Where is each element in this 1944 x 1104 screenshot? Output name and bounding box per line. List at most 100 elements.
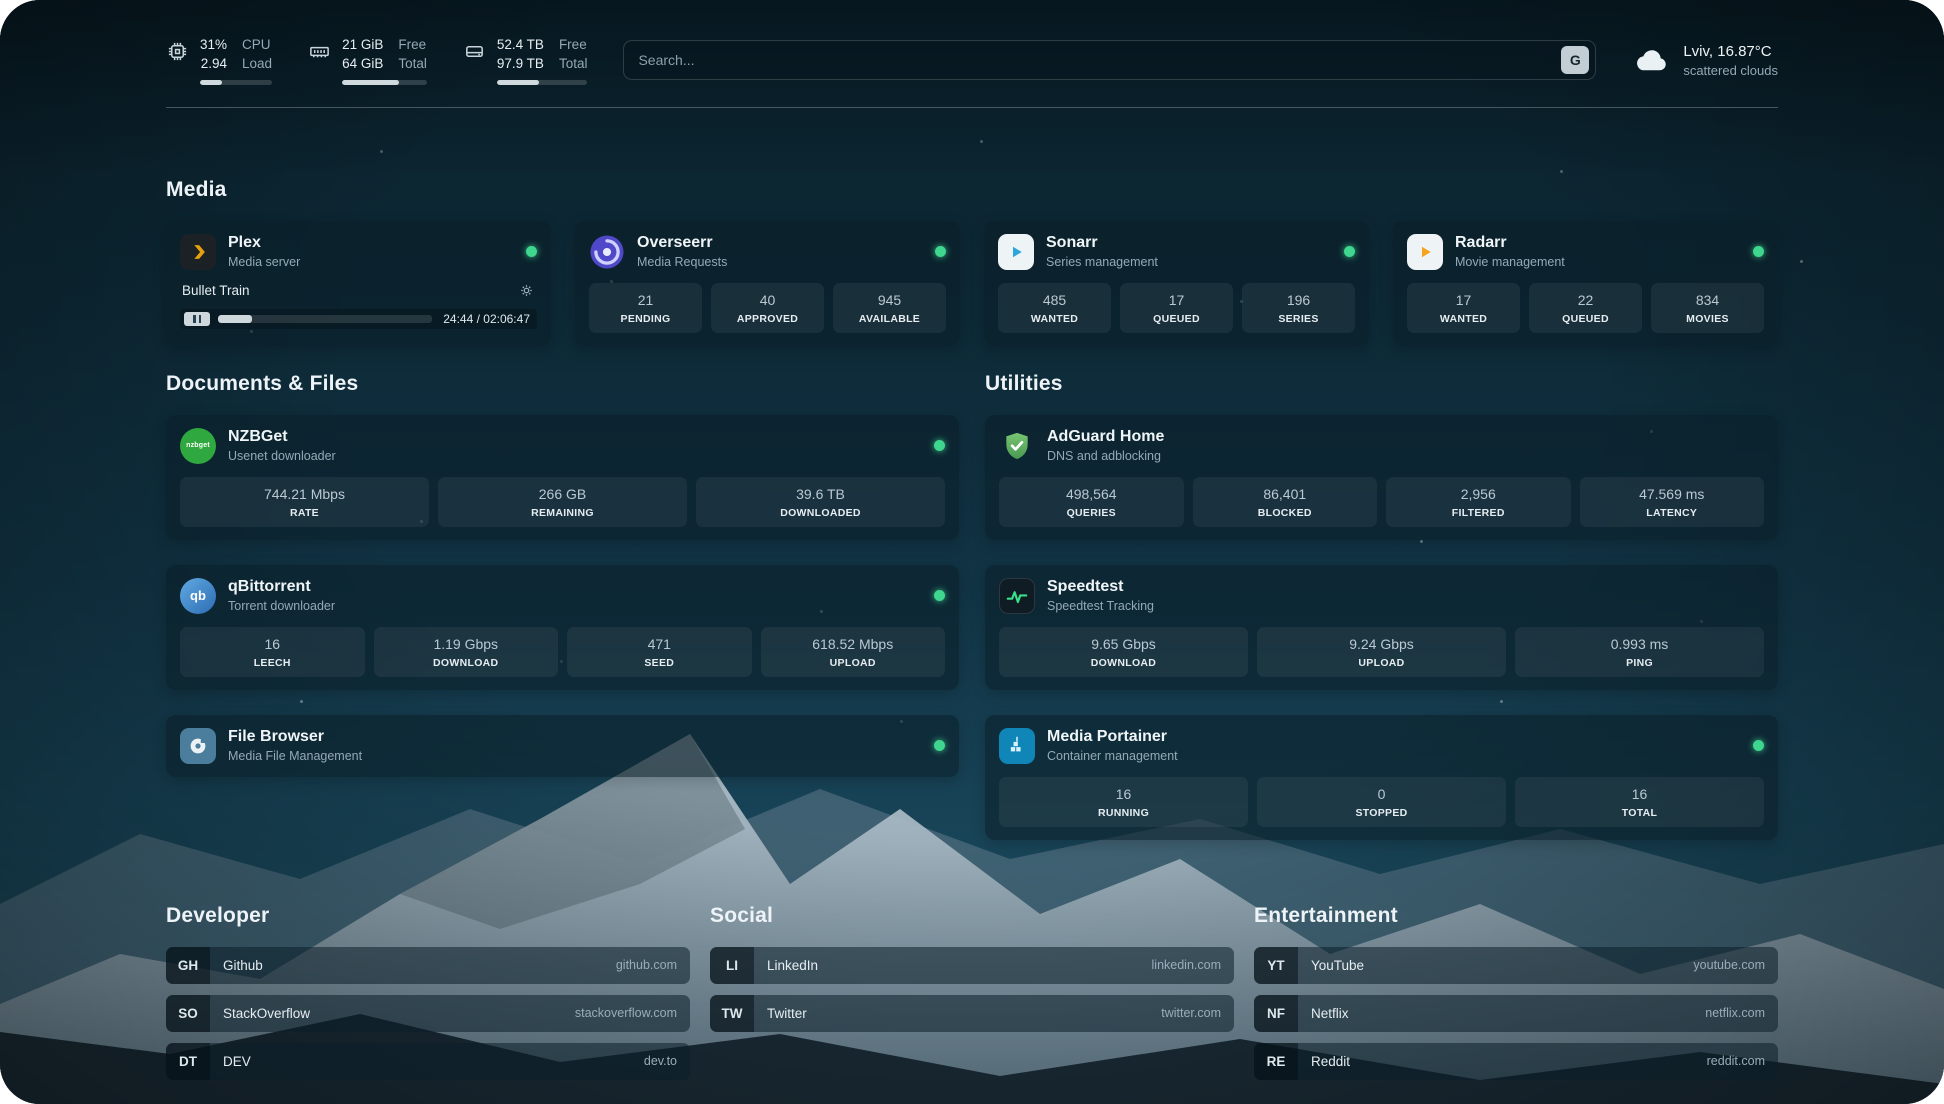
cpu-label: CPU xyxy=(242,36,272,55)
bookmark-netflix[interactable]: NF Netflix netflix.com xyxy=(1254,995,1778,1032)
stat-label: QUERIES xyxy=(1003,507,1180,519)
nzbget-icon-text: nzbget xyxy=(186,442,210,449)
bookmark-url: netflix.com xyxy=(1705,1006,1765,1020)
status-dot xyxy=(526,246,537,257)
service-card-sonarr[interactable]: Sonarr Series management 485 WANTED 17 Q… xyxy=(984,221,1369,346)
stat-label: FILTERED xyxy=(1390,507,1567,519)
service-card-plex[interactable]: Plex Media server Bullet Train xyxy=(166,221,551,346)
service-description: Movie management xyxy=(1455,255,1565,269)
dashboard-content: 31% 2.94 CPU Load xyxy=(0,0,1944,1104)
bookmark-url: linkedin.com xyxy=(1152,958,1221,972)
stat-label: UPLOAD xyxy=(1261,657,1502,669)
card-header: Speedtest Speedtest Tracking xyxy=(999,578,1764,614)
bookmark-abbr: YT xyxy=(1254,947,1298,984)
bookmark-abbr: DT xyxy=(166,1043,210,1080)
stat-value: 196 xyxy=(1246,292,1351,308)
weather-condition: scattered clouds xyxy=(1683,63,1778,78)
stat-value: 21 xyxy=(593,292,698,308)
stat-label: PENDING xyxy=(593,313,698,325)
bookmark-group-social: Social LI LinkedIn linkedin.com TW Twitt… xyxy=(710,904,1234,1080)
service-description: Torrent downloader xyxy=(228,599,335,613)
qbittorrent-icon: qb xyxy=(180,578,216,614)
stat-value: 16 xyxy=(1003,786,1244,802)
playback-progress-track[interactable] xyxy=(218,315,432,323)
bookmark-url: github.com xyxy=(616,958,677,972)
stat-value: 266 GB xyxy=(442,486,683,502)
weather-widget: Lviv, 16.87°C scattered clouds xyxy=(1632,41,1778,79)
card-header: Media Portainer Container management xyxy=(999,728,1764,764)
disk-free-label: Free xyxy=(559,36,588,55)
service-name: Radarr xyxy=(1455,234,1565,252)
stat-label: DOWNLOAD xyxy=(1003,657,1244,669)
bookmark-stackoverflow[interactable]: SO StackOverflow stackoverflow.com xyxy=(166,995,690,1032)
stat-value: 485 xyxy=(1002,292,1107,308)
service-card-qbittorrent[interactable]: qb qBittorrent Torrent downloader 16 xyxy=(166,565,959,690)
topbar-divider xyxy=(166,107,1778,108)
service-card-overseerr[interactable]: Overseerr Media Requests 21 PENDING 40 A… xyxy=(575,221,960,346)
bookmark-reddit[interactable]: RE Reddit reddit.com xyxy=(1254,1043,1778,1080)
service-description: DNS and adblocking xyxy=(1047,449,1164,463)
bookmark-name: Reddit xyxy=(1311,1054,1350,1069)
service-description: Media File Management xyxy=(228,749,362,763)
status-dot xyxy=(1753,246,1764,257)
stat-label: UPLOAD xyxy=(765,657,942,669)
bookmark-github[interactable]: GH Github github.com xyxy=(166,947,690,984)
service-card-adguard[interactable]: AdGuard Home DNS and adblocking 498,564 … xyxy=(985,415,1778,540)
playback-time: 24:44 / 02:06:47 xyxy=(440,312,533,326)
cpu-bar xyxy=(200,80,272,85)
service-card-filebrowser[interactable]: File Browser Media File Management xyxy=(166,715,959,777)
service-card-portainer[interactable]: Media Portainer Container management 16 … xyxy=(985,715,1778,840)
bookmark-abbr: TW xyxy=(710,995,754,1032)
stat-label: STOPPED xyxy=(1261,807,1502,819)
stat-value: 2,956 xyxy=(1390,486,1567,502)
section-title-media: Media xyxy=(166,178,1778,202)
settings-gear-icon[interactable] xyxy=(518,282,535,299)
stat-value: 9.65 Gbps xyxy=(1003,636,1244,652)
service-name: Speedtest xyxy=(1047,578,1154,596)
memory-widget: 21 GiB 64 GiB Free Total xyxy=(308,36,427,85)
sonarr-icon xyxy=(998,234,1034,270)
memory-free: 21 GiB xyxy=(342,36,383,55)
dashboard-screen: 31% 2.94 CPU Load xyxy=(0,0,1944,1104)
stat-value: 16 xyxy=(1519,786,1760,802)
status-dot xyxy=(934,440,945,451)
service-name: Plex xyxy=(228,234,300,252)
card-header: Overseerr Media Requests xyxy=(589,234,946,270)
section-title-developer: Developer xyxy=(166,904,690,928)
service-description: Media Requests xyxy=(637,255,727,269)
pause-button[interactable] xyxy=(184,312,210,326)
stat-remaining: 266 GB REMAINING xyxy=(438,477,687,527)
bookmark-linkedin[interactable]: LI LinkedIn linkedin.com xyxy=(710,947,1234,984)
bookmark-url: reddit.com xyxy=(1707,1054,1765,1068)
bookmark-twitter[interactable]: TW Twitter twitter.com xyxy=(710,995,1234,1032)
service-card-nzbget[interactable]: nzbget NZBGet Usenet downloader 744.21 M… xyxy=(166,415,959,540)
bookmark-dev[interactable]: DT DEV dev.to xyxy=(166,1043,690,1080)
service-stats: 744.21 Mbps RATE 266 GB REMAINING 39.6 T… xyxy=(180,477,945,527)
stat-value: 618.52 Mbps xyxy=(765,636,942,652)
now-playing-row: Bullet Train xyxy=(180,282,537,299)
memory-total: 64 GiB xyxy=(342,55,383,74)
status-dot xyxy=(1344,246,1355,257)
service-stats: 16 RUNNING 0 STOPPED 16 TOTAL xyxy=(999,777,1764,827)
stat-downloaded: 39.6 TB DOWNLOADED xyxy=(696,477,945,527)
stat-queries: 498,564 QUERIES xyxy=(999,477,1184,527)
overseerr-icon xyxy=(589,234,625,270)
stat-value: 22 xyxy=(1533,292,1638,308)
bookmark-name: Netflix xyxy=(1311,1006,1349,1021)
bookmark-youtube[interactable]: YT YouTube youtube.com xyxy=(1254,947,1778,984)
stat-label: QUEUED xyxy=(1124,313,1229,325)
service-description: Series management xyxy=(1046,255,1158,269)
stat-label: DOWNLOADED xyxy=(700,507,941,519)
service-card-speedtest[interactable]: Speedtest Speedtest Tracking 9.65 Gbps D… xyxy=(985,565,1778,690)
section-documents: Documents & Files nzbget NZBGet Usenet d… xyxy=(166,372,959,777)
service-name: Media Portainer xyxy=(1047,728,1178,746)
search-provider-button[interactable]: G xyxy=(1561,46,1589,74)
disk-widget: 52.4 TB 97.9 TB Free Total xyxy=(463,36,588,85)
service-description: Container management xyxy=(1047,749,1178,763)
cpu-load-label: Load xyxy=(242,55,272,74)
service-card-radarr[interactable]: Radarr Movie management 17 WANTED 22 QUE… xyxy=(1393,221,1778,346)
stat-value: 39.6 TB xyxy=(700,486,941,502)
stat-upload: 618.52 Mbps UPLOAD xyxy=(761,627,946,677)
bookmark-url: dev.to xyxy=(644,1054,677,1068)
search-input[interactable] xyxy=(638,52,1561,68)
